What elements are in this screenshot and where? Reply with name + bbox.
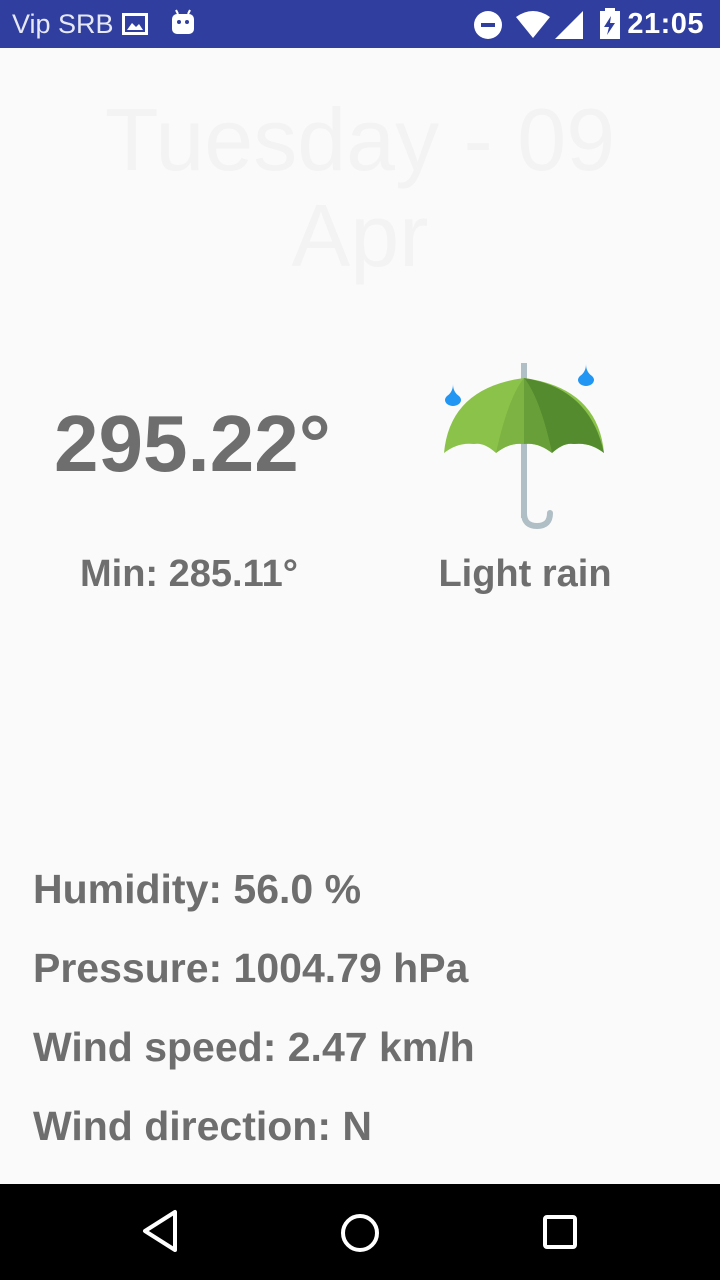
back-icon[interactable] xyxy=(140,1208,180,1259)
status-bar: Vip SRB 21:05 xyxy=(0,0,720,48)
humidity-label: Humidity: 56.0 % xyxy=(33,866,362,912)
signal-icon xyxy=(554,10,584,45)
recents-icon[interactable] xyxy=(542,1214,578,1255)
android-icon xyxy=(170,9,196,42)
date-header: Tuesday - 09 Apr xyxy=(104,90,616,285)
navigation-bar xyxy=(0,1184,720,1280)
carrier-label: Vip SRB xyxy=(12,9,114,39)
wifi-icon xyxy=(515,11,551,44)
image-icon xyxy=(122,13,148,40)
clock: 21:05 xyxy=(627,8,704,40)
wind-speed-label: Wind speed: 2.47 km/h xyxy=(33,1024,475,1070)
wind-direction-label: Wind direction: N xyxy=(33,1103,372,1149)
home-icon[interactable] xyxy=(339,1212,381,1259)
pressure-label: Pressure: 1004.79 hPa xyxy=(33,945,469,991)
umbrella-rain-icon xyxy=(440,358,610,538)
battery-charging-icon xyxy=(598,8,622,45)
current-temperature: 295.22° xyxy=(54,399,331,488)
min-temperature: Min: 285.11° xyxy=(80,553,298,595)
do-not-disturb-icon xyxy=(474,11,502,44)
weather-condition: Light rain xyxy=(438,553,612,595)
